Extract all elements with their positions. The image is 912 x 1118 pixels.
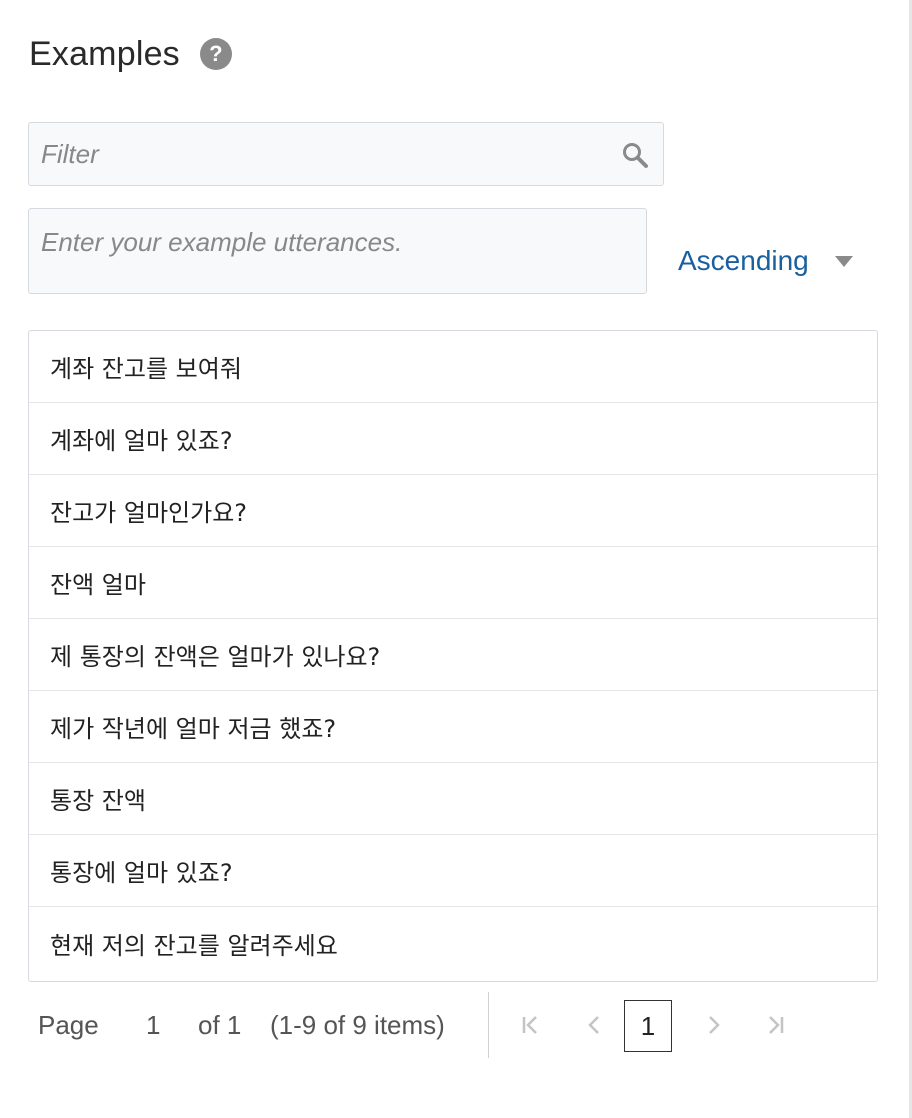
items-summary: (1-9 of 9 items): [270, 1010, 445, 1040]
list-item[interactable]: 통장 잔액: [29, 763, 877, 835]
examples-list: 계좌 잔고를 보여줘 계좌에 얼마 있죠? 잔고가 얼마인가요? 잔액 얼마 제…: [28, 330, 878, 982]
pagination: Page 1 of 1 (1-9 of 9 items) 1: [28, 992, 878, 1058]
prev-page-icon[interactable]: [584, 1014, 606, 1036]
last-page-icon[interactable]: [764, 1014, 786, 1036]
list-item[interactable]: 계좌에 얼마 있죠?: [29, 403, 877, 475]
pager-divider: [488, 992, 489, 1058]
list-item[interactable]: 제가 작년에 얼마 저금 했죠?: [29, 691, 877, 763]
filter-input[interactable]: [29, 123, 609, 185]
first-page-icon[interactable]: [520, 1014, 542, 1036]
panel-header: Examples ?: [29, 28, 232, 80]
search-icon[interactable]: [621, 141, 649, 169]
examples-panel: Examples ? Ascending 계좌 잔고를 보여줘 계좌에 얼마 있…: [0, 0, 912, 1118]
list-item[interactable]: 제 통장의 잔액은 얼마가 있나요?: [29, 619, 877, 691]
utterance-field: [28, 208, 647, 294]
list-item[interactable]: 계좌 잔고를 보여줘: [29, 331, 877, 403]
page-1-button[interactable]: 1: [624, 1000, 672, 1052]
page-title: Examples: [29, 34, 180, 73]
sort-order-label: Ascending: [678, 245, 809, 276]
filter-field: [28, 122, 664, 186]
list-item[interactable]: 통장에 얼마 있죠?: [29, 835, 877, 907]
sort-order-dropdown[interactable]: Ascending: [678, 240, 853, 282]
utterance-input[interactable]: [29, 209, 646, 293]
page-count-label: of 1: [198, 1010, 242, 1040]
page-label: Page: [38, 1010, 99, 1040]
list-item[interactable]: 현재 저의 잔고를 알려주세요: [29, 907, 877, 979]
caret-down-icon: [834, 255, 853, 267]
next-page-icon[interactable]: [702, 1014, 724, 1036]
help-icon[interactable]: ?: [199, 38, 232, 70]
list-item[interactable]: 잔액 얼마: [29, 547, 877, 619]
list-item[interactable]: 잔고가 얼마인가요?: [29, 475, 877, 547]
page-number-value: 1: [146, 1010, 161, 1040]
